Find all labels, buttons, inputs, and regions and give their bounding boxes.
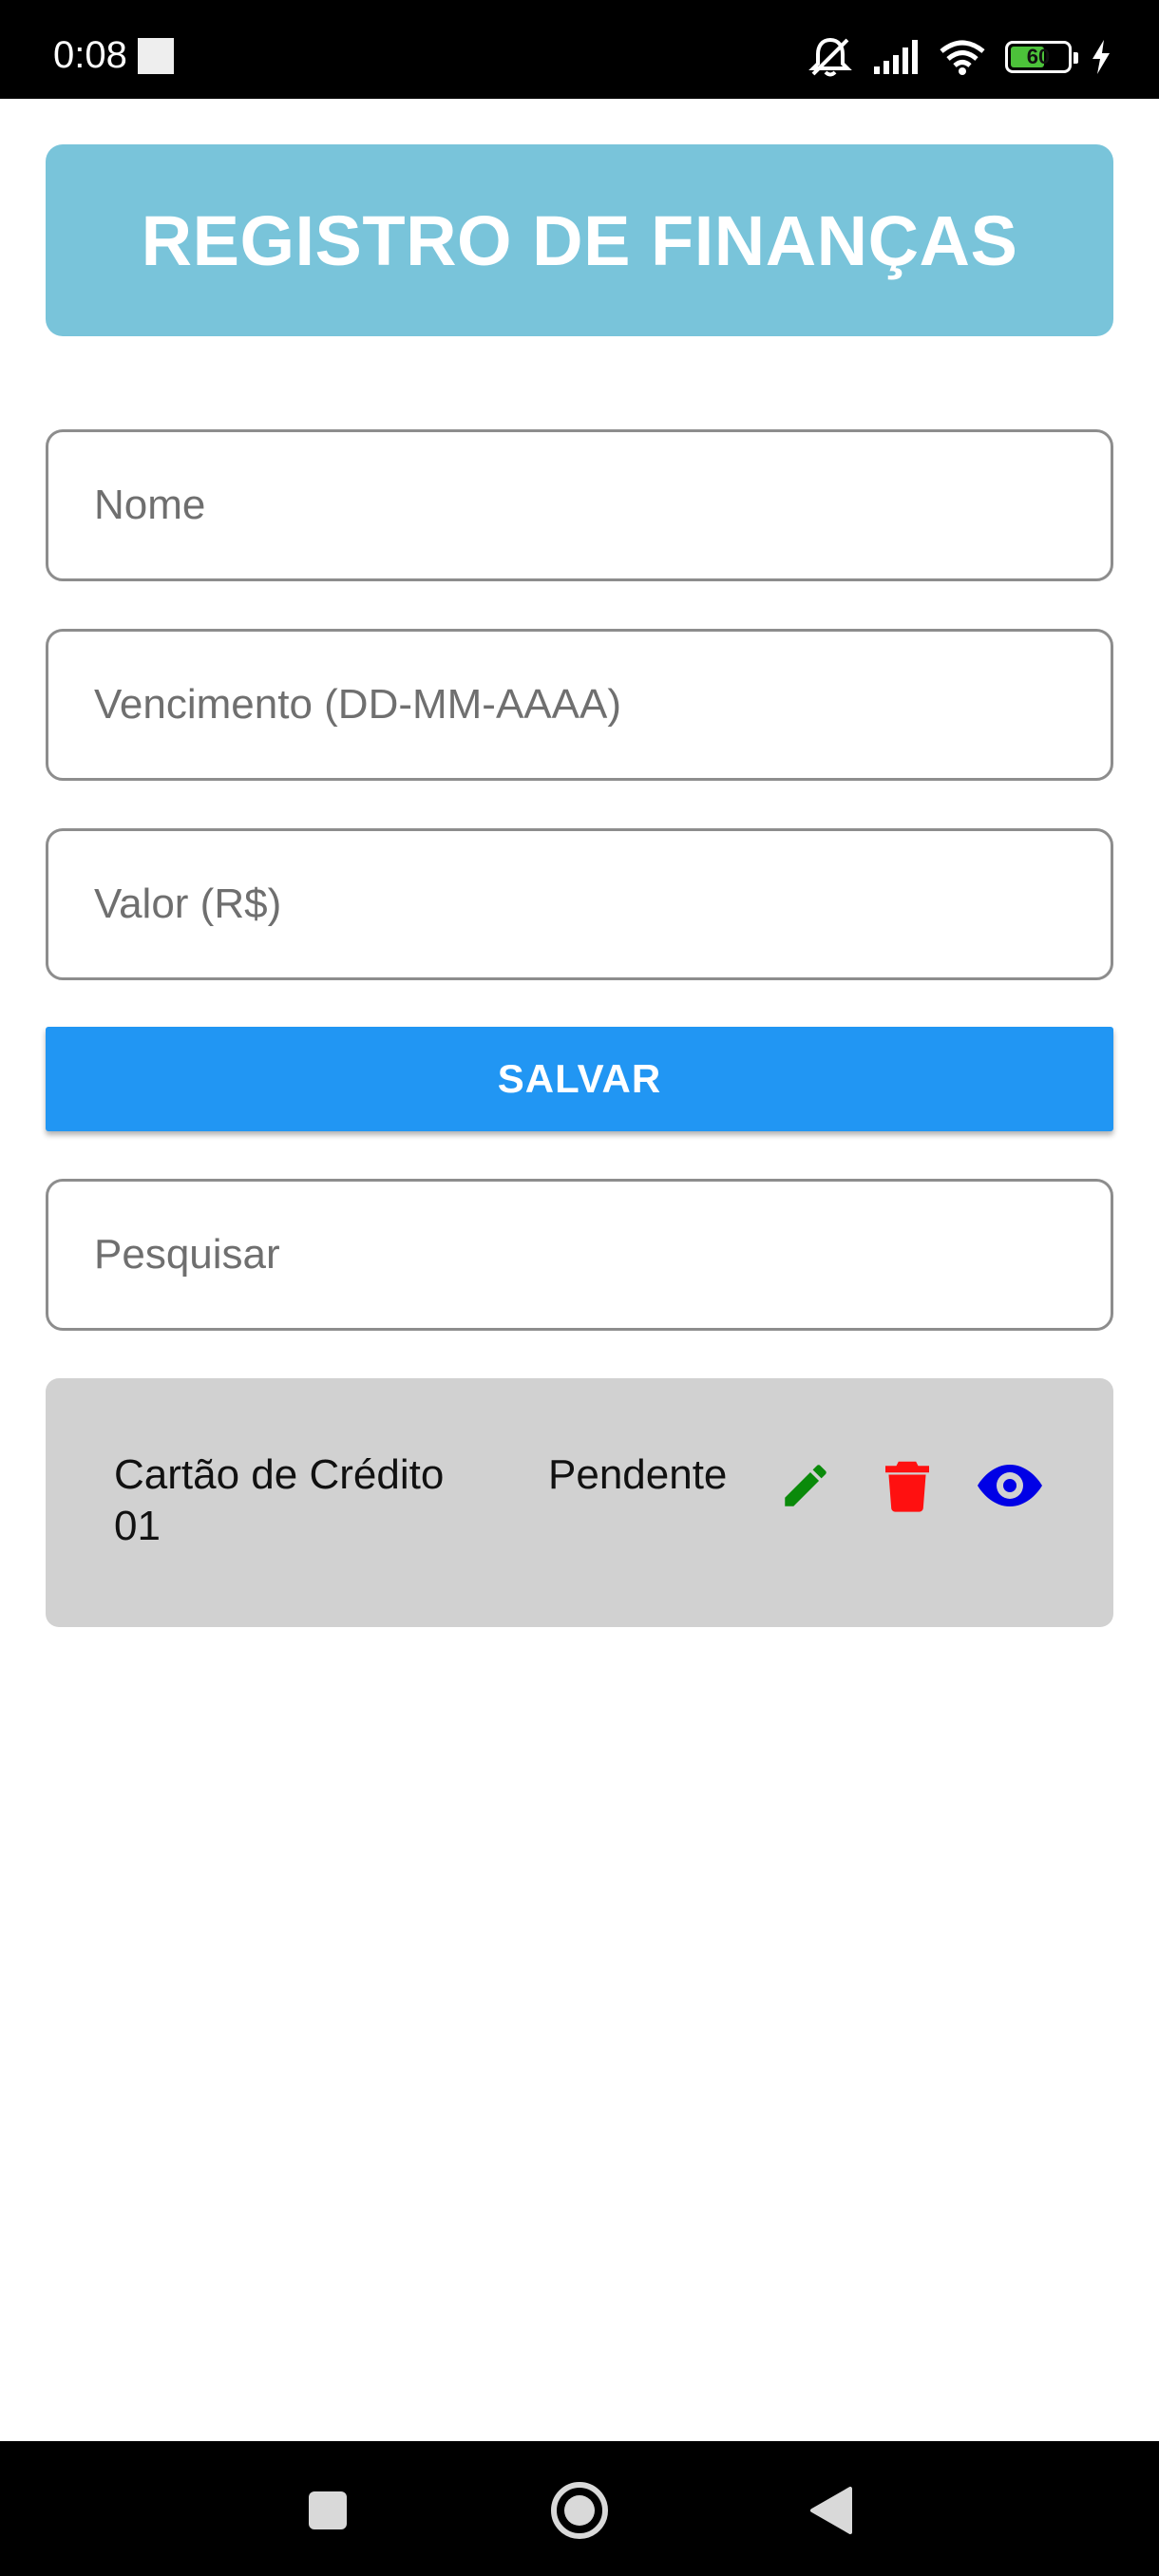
delete-button[interactable] xyxy=(874,1454,940,1521)
wifi-icon xyxy=(939,38,986,76)
edit-icon xyxy=(778,1458,833,1518)
home-circle-icon xyxy=(550,2481,609,2545)
page-title: REGISTRO DE FINANÇAS xyxy=(141,200,1018,280)
back-button[interactable] xyxy=(798,2479,864,2546)
navigation-bar xyxy=(0,2441,1159,2576)
amount-input[interactable] xyxy=(48,831,1111,977)
item-status: Pendente xyxy=(548,1451,728,1498)
battery-level: 60 xyxy=(1026,45,1051,68)
mute-icon xyxy=(808,36,853,78)
signal-icon xyxy=(872,38,920,76)
header-banner: REGISTRO DE FINANÇAS xyxy=(46,144,1113,336)
item-name: Cartão de Crédito 01 xyxy=(114,1451,445,1549)
due-date-field[interactable] xyxy=(46,629,1113,781)
status-icons: 60 xyxy=(808,28,1112,85)
back-triangle-icon xyxy=(810,2486,852,2539)
list-item: Cartão de Crédito 01 Pendente xyxy=(46,1378,1113,1627)
recents-button[interactable] xyxy=(294,2479,361,2546)
recents-square-icon xyxy=(307,2490,349,2536)
name-input[interactable] xyxy=(48,432,1111,578)
view-button[interactable] xyxy=(977,1454,1043,1521)
amount-field[interactable] xyxy=(46,828,1113,980)
status-bar: 0:08 60 xyxy=(0,0,1159,99)
save-button[interactable]: SALVAR xyxy=(46,1027,1113,1131)
charging-icon xyxy=(1091,40,1112,74)
search-field[interactable] xyxy=(46,1179,1113,1331)
eye-icon xyxy=(978,1464,1042,1512)
status-time: 0:08 xyxy=(53,34,127,76)
notification-square-icon xyxy=(138,38,174,74)
trash-icon xyxy=(885,1458,929,1518)
screen: 0:08 60 REGISTRO DE FINANÇAS Nome Vencim… xyxy=(0,0,1159,2576)
edit-button[interactable] xyxy=(772,1454,839,1521)
search-input[interactable] xyxy=(48,1182,1111,1328)
home-button[interactable] xyxy=(546,2479,613,2546)
battery-tip xyxy=(1074,52,1078,64)
name-field[interactable] xyxy=(46,429,1113,581)
due-date-input[interactable] xyxy=(48,632,1111,778)
battery-icon: 60 xyxy=(1005,41,1078,73)
